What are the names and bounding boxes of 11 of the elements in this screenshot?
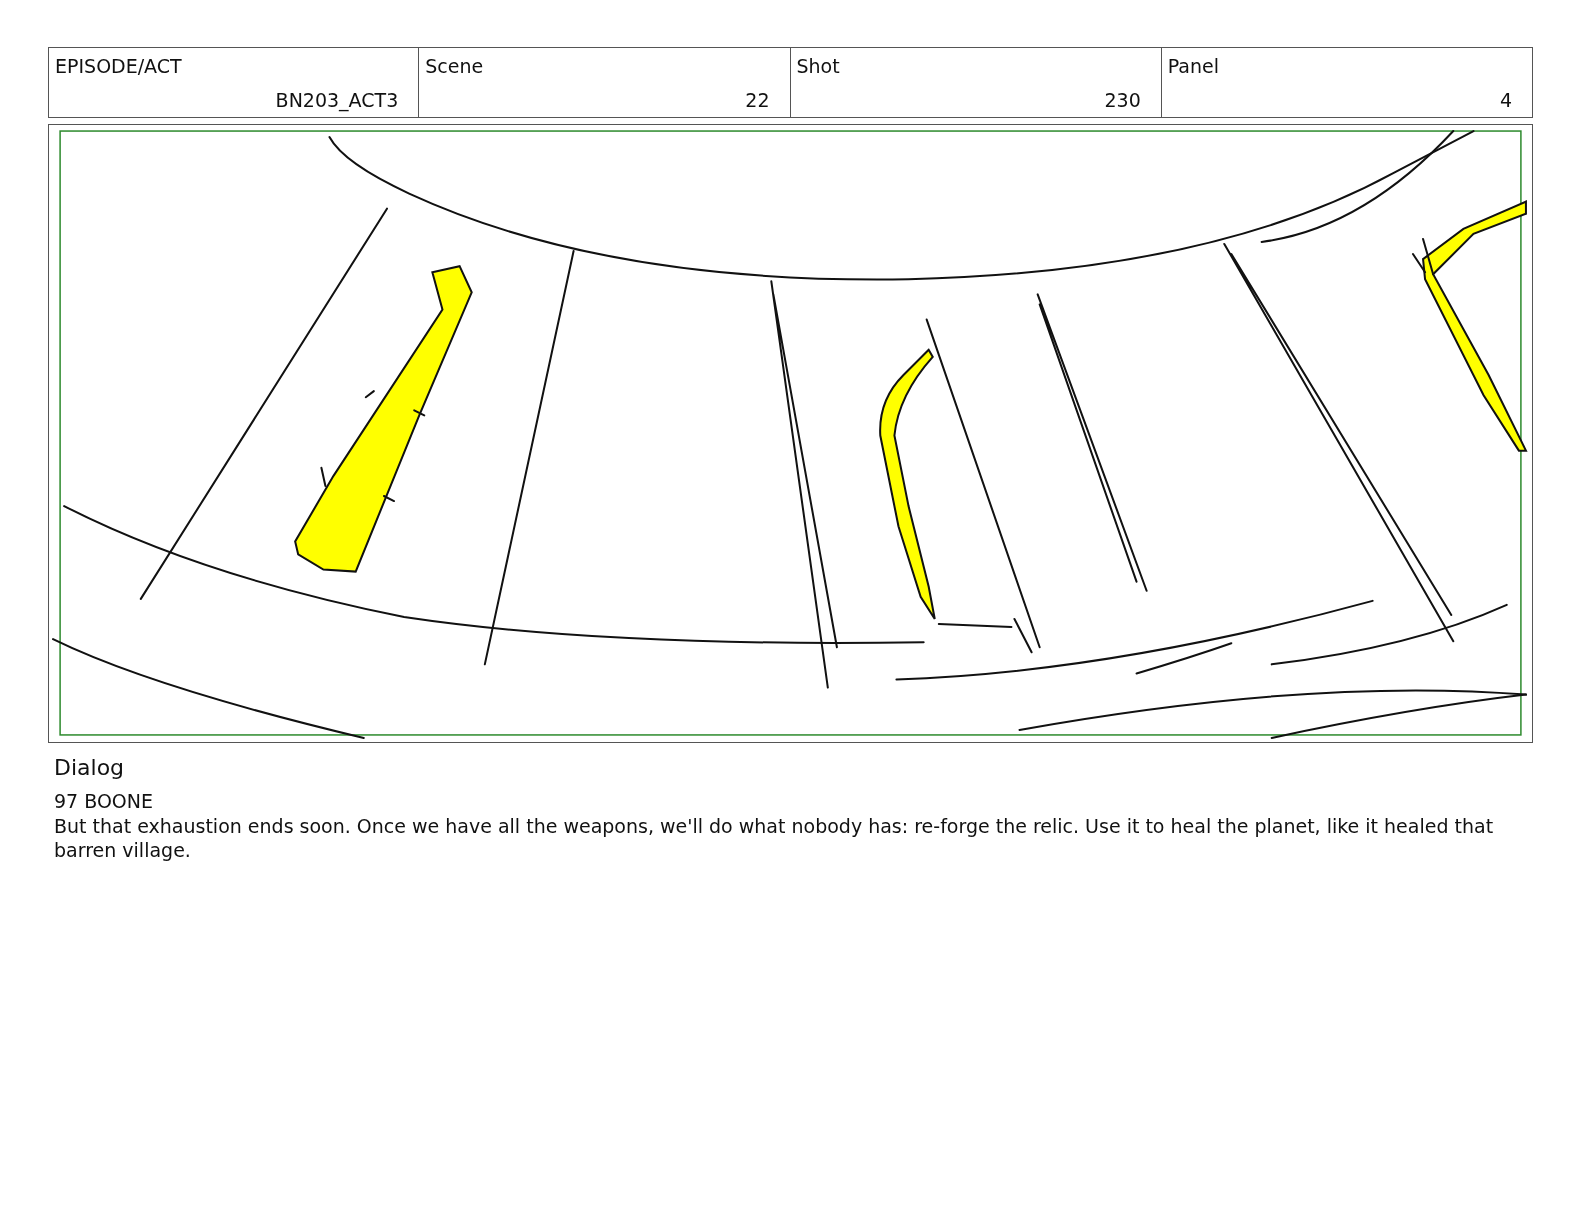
field-label: Panel xyxy=(1167,55,1219,77)
field-label: EPISODE/ACT xyxy=(55,55,182,77)
dialog-line: But that exhaustion ends soon. Once we have all the weapons, we'll do what nobody has: re-forge the relic. Use it to heal the planet, like it healed that barren village. xyxy=(54,814,1495,862)
field-value: 230 xyxy=(1104,89,1141,111)
field-value: 22 xyxy=(745,89,770,111)
field-value: BN203_ACT3 xyxy=(275,89,399,111)
field-value: 4 xyxy=(1499,89,1512,111)
field-label: Scene xyxy=(425,55,484,77)
dialog-heading: Dialog xyxy=(54,755,126,780)
field-label: Shot xyxy=(796,55,840,77)
speaker-name: 97 BOONE xyxy=(54,790,155,812)
